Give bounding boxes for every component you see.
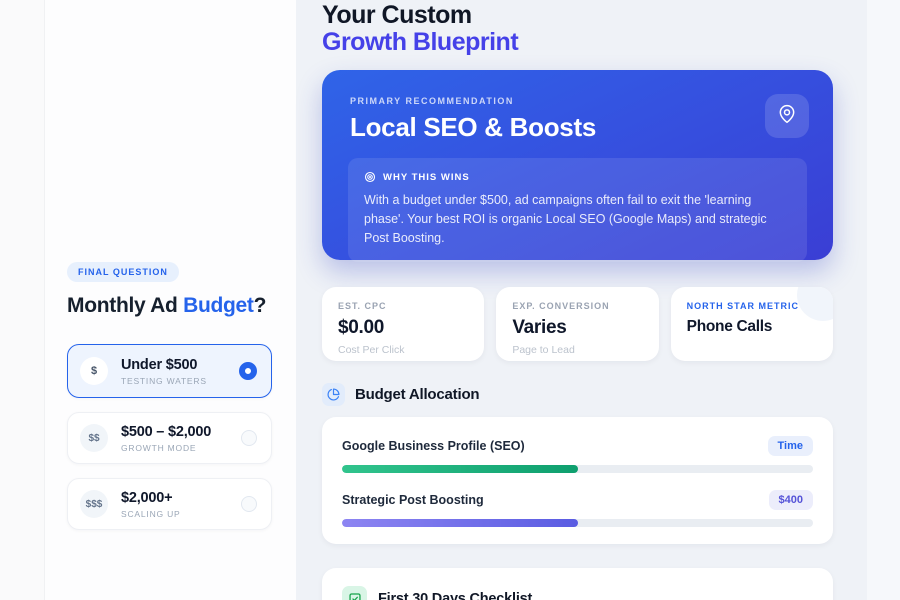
metric-label: EXP. CONVERSION	[512, 301, 642, 311]
budget-option-under-500[interactable]: $ Under $500 TESTING WATERS	[67, 344, 272, 398]
map-pin-icon-tile	[765, 94, 809, 138]
dollar-dollar-icon: $$	[80, 424, 108, 452]
page-title-line1: Your Custom	[322, 2, 833, 29]
option-label: $500 – $2,000	[121, 424, 241, 440]
metric-value: Phone Calls	[687, 318, 817, 336]
first-30-days-card: First 30 Days Checklist Claim Google Bus…	[322, 568, 833, 600]
option-label: $2,000+	[121, 490, 241, 506]
budget-allocation-header: Budget Allocation	[322, 383, 833, 406]
option-sublabel: TESTING WATERS	[121, 376, 239, 386]
checklist-heading: First 30 Days Checklist	[378, 591, 532, 600]
option-label: Under $500	[121, 357, 239, 373]
radio-unselected-icon[interactable]	[241, 430, 257, 446]
allocation-item-badge: Time	[768, 436, 813, 456]
progress-bar-track	[342, 519, 813, 527]
metric-card-cpc: EST. CPC $0.00 Cost Per Click	[322, 287, 484, 361]
primary-recommendation-card: PRIMARY RECOMMENDATION Local SEO & Boost…	[322, 70, 833, 260]
budget-options-list: $ Under $500 TESTING WATERS $$ $500 – $2…	[67, 344, 272, 530]
pie-chart-icon-tile	[322, 383, 345, 406]
option-sublabel: SCALING UP	[121, 509, 241, 519]
target-icon	[364, 171, 376, 183]
progress-bar-fill-seo	[342, 465, 578, 473]
triple-dollar-icon: $$$	[80, 490, 108, 518]
metric-sublabel: Cost Per Click	[338, 344, 468, 356]
allocation-item-label: Strategic Post Boosting	[342, 493, 484, 507]
budget-allocation-heading: Budget Allocation	[355, 386, 479, 403]
metric-value: Varies	[512, 317, 642, 339]
option-sublabel: GROWTH MODE	[121, 443, 241, 453]
check-square-icon	[348, 592, 362, 600]
dollar-icon: $	[80, 357, 108, 385]
why-this-wins-label: WHY THIS WINS	[383, 172, 470, 183]
decorative-circle	[797, 287, 833, 321]
budget-option-2000-plus[interactable]: $$$ $2,000+ SCALING UP	[67, 478, 272, 530]
allocation-item-label: Google Business Profile (SEO)	[342, 439, 525, 453]
metric-value: $0.00	[338, 317, 468, 339]
question-sidebar: FINAL QUESTION Monthly Ad Budget? $ Unde…	[0, 0, 296, 600]
sidebar-edge-strip	[0, 0, 45, 600]
progress-bar-fill-boosting	[342, 519, 578, 527]
question-prefix: Monthly Ad	[67, 294, 183, 317]
blueprint-panel: Your Custom Growth Blueprint PRIMARY REC…	[296, 0, 900, 600]
recommendation-title: Local SEO & Boosts	[350, 112, 805, 143]
page-title: Your Custom Growth Blueprint	[322, 2, 833, 56]
question-heading: Monthly Ad Budget?	[67, 294, 272, 318]
metric-sublabel: Page to Lead	[512, 344, 642, 356]
check-square-icon-tile	[342, 586, 367, 600]
pie-chart-icon	[327, 388, 340, 401]
metric-card-north-star: NORTH STAR METRIC Phone Calls	[671, 287, 833, 361]
metric-card-conversion: EXP. CONVERSION Varies Page to Lead	[496, 287, 658, 361]
why-this-wins-text: With a budget under $500, ad campaigns o…	[364, 191, 791, 248]
map-pin-icon	[777, 104, 797, 129]
radio-unselected-icon[interactable]	[241, 496, 257, 512]
radio-selected-icon[interactable]	[239, 362, 257, 380]
progress-bar-track	[342, 465, 813, 473]
page-title-line2: Growth Blueprint	[322, 29, 833, 56]
why-this-wins-box: WHY THIS WINS With a budget under $500, …	[348, 158, 807, 262]
allocation-item-badge: $400	[769, 490, 813, 510]
recommendation-eyebrow: PRIMARY RECOMMENDATION	[350, 96, 805, 106]
metric-label: EST. CPC	[338, 301, 468, 311]
question-suffix: ?	[254, 294, 267, 317]
metrics-row: EST. CPC $0.00 Cost Per Click EXP. CONVE…	[322, 287, 833, 361]
budget-option-500-2000[interactable]: $$ $500 – $2,000 GROWTH MODE	[67, 412, 272, 464]
panel-right-strip	[867, 0, 900, 600]
budget-allocation-card: Google Business Profile (SEO) Time Strat…	[322, 417, 833, 544]
question-highlight: Budget	[183, 294, 254, 317]
final-question-badge: FINAL QUESTION	[67, 262, 179, 282]
